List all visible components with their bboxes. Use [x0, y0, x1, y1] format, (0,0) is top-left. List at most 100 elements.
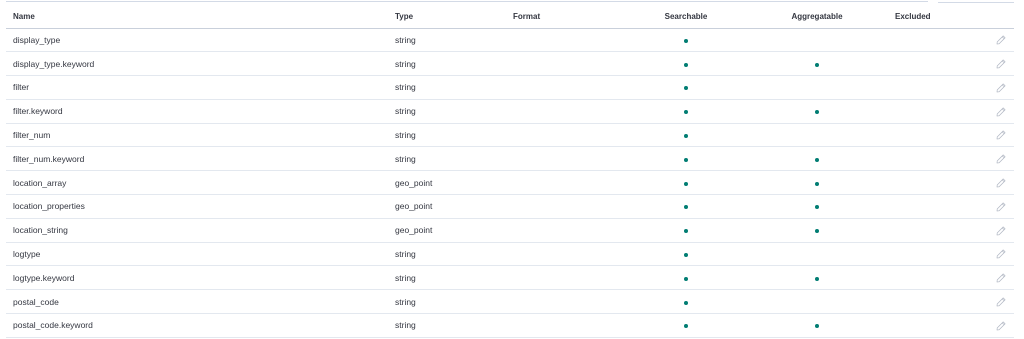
field-type: geo_point	[388, 170, 506, 196]
edit-cell	[968, 146, 1014, 172]
searchable-dot-icon	[684, 134, 688, 139]
table-row: filter_num string	[6, 123, 1014, 148]
field-format	[506, 313, 626, 338]
searchable-cell	[626, 242, 746, 267]
field-name: filter_num.keyword	[6, 146, 388, 172]
searchable-cell	[626, 265, 746, 291]
aggregatable-cell	[746, 51, 888, 77]
edit-pencil-icon[interactable]	[996, 154, 1006, 164]
table-row: logtype string	[6, 242, 1014, 267]
searchable-cell	[626, 146, 746, 172]
field-format	[506, 242, 626, 267]
field-type: geo_point	[388, 194, 506, 219]
searchable-cell	[626, 51, 746, 77]
excluded-cell	[888, 123, 968, 148]
aggregatable-cell	[746, 99, 888, 124]
field-type: string	[388, 313, 506, 338]
aggregatable-dot-icon	[815, 205, 819, 210]
aggregatable-cell	[746, 75, 888, 100]
column-header-aggregatable[interactable]: Aggregatable	[746, 6, 888, 29]
field-name: postal_code.keyword	[6, 313, 388, 338]
excluded-cell	[888, 99, 968, 124]
column-header-name[interactable]: Name	[6, 6, 388, 29]
field-name: display_type	[6, 28, 388, 53]
table-row: postal_code.keyword string	[6, 313, 1014, 338]
searchable-dot-icon	[684, 229, 688, 234]
aggregatable-dot-icon	[815, 276, 819, 281]
aggregatable-dot-icon	[815, 110, 819, 115]
searchable-cell	[626, 289, 746, 315]
table-row: location_properties geo_point	[6, 194, 1014, 219]
column-header-searchable[interactable]: Searchable	[626, 6, 746, 29]
field-format	[506, 123, 626, 148]
excluded-cell	[888, 146, 968, 172]
field-name: location_properties	[6, 194, 388, 219]
field-name: display_type.keyword	[6, 51, 388, 77]
field-type: string	[388, 75, 506, 100]
table-row: display_type string	[6, 28, 1014, 53]
excluded-cell	[888, 242, 968, 267]
aggregatable-cell	[746, 218, 888, 243]
index-fields-table: Name Type Format Searchable Aggregatable…	[6, 6, 1014, 338]
edit-cell	[968, 313, 1014, 338]
edit-pencil-icon[interactable]	[996, 178, 1006, 188]
excluded-cell	[888, 313, 968, 338]
edit-cell	[968, 28, 1014, 53]
edit-cell	[968, 242, 1014, 267]
aggregatable-cell	[746, 123, 888, 148]
edit-pencil-icon[interactable]	[996, 130, 1006, 140]
column-header-format[interactable]: Format	[506, 6, 626, 29]
searchable-dot-icon	[684, 253, 688, 258]
searchable-dot-icon	[684, 276, 688, 281]
searchable-dot-icon	[684, 181, 688, 186]
field-format	[506, 75, 626, 100]
aggregatable-cell	[746, 28, 888, 53]
field-format	[506, 265, 626, 291]
edit-pencil-icon[interactable]	[996, 249, 1006, 259]
aggregatable-dot-icon	[815, 181, 819, 186]
field-name: postal_code	[6, 289, 388, 315]
edit-pencil-icon[interactable]	[996, 59, 1006, 69]
edit-pencil-icon[interactable]	[996, 273, 1006, 283]
field-type: string	[388, 265, 506, 291]
top-control-edge	[938, 0, 1014, 3]
excluded-cell	[888, 28, 968, 53]
edit-pencil-icon[interactable]	[996, 83, 1006, 93]
searchable-cell	[626, 313, 746, 338]
searchable-dot-icon	[684, 38, 688, 43]
edit-cell	[968, 123, 1014, 148]
edit-pencil-icon[interactable]	[996, 321, 1006, 331]
edit-cell	[968, 51, 1014, 77]
aggregatable-cell	[746, 289, 888, 315]
header-row: Name Type Format Searchable Aggregatable…	[6, 6, 1014, 29]
table-row: location_array geo_point	[6, 170, 1014, 196]
aggregatable-cell	[746, 170, 888, 196]
edit-pencil-icon[interactable]	[996, 202, 1006, 212]
field-type: string	[388, 146, 506, 172]
searchable-cell	[626, 123, 746, 148]
searchable-dot-icon	[684, 157, 688, 162]
aggregatable-cell	[746, 265, 888, 291]
column-header-type[interactable]: Type	[388, 6, 506, 29]
field-name: logtype.keyword	[6, 265, 388, 291]
edit-pencil-icon[interactable]	[996, 226, 1006, 236]
edit-cell	[968, 99, 1014, 124]
edit-cell	[968, 218, 1014, 243]
searchable-cell	[626, 170, 746, 196]
searchable-cell	[626, 194, 746, 219]
excluded-cell	[888, 265, 968, 291]
searchable-cell	[626, 75, 746, 100]
edit-pencil-icon[interactable]	[996, 297, 1006, 307]
field-format	[506, 218, 626, 243]
field-type: string	[388, 28, 506, 53]
edit-pencil-icon[interactable]	[996, 35, 1006, 45]
field-type: string	[388, 123, 506, 148]
field-name: logtype	[6, 242, 388, 267]
field-type: string	[388, 289, 506, 315]
aggregatable-dot-icon	[815, 157, 819, 162]
field-type: string	[388, 51, 506, 77]
edit-pencil-icon[interactable]	[996, 107, 1006, 117]
table-row: filter_num.keyword string	[6, 146, 1014, 172]
aggregatable-dot-icon	[815, 62, 819, 67]
column-header-excluded[interactable]: Excluded	[888, 6, 968, 29]
